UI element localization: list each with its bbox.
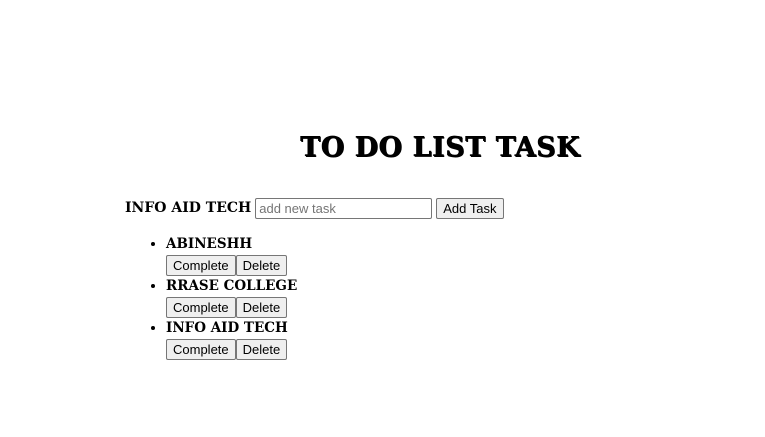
task-list: ABINESHH Complete Delete RRASE COLLEGE C… (125, 234, 297, 360)
list-item: RRASE COLLEGE Complete Delete (166, 276, 297, 318)
complete-button[interactable]: Complete (166, 255, 236, 276)
task-actions: Complete Delete (166, 255, 297, 276)
delete-button[interactable]: Delete (235, 339, 288, 360)
list-item: ABINESHH Complete Delete (166, 234, 297, 276)
add-task-form: INFO AID TECH Add Task (125, 196, 504, 220)
new-task-input[interactable] (255, 197, 433, 219)
task-actions: Complete Delete (166, 297, 297, 318)
list-item: INFO AID TECH Complete Delete (166, 318, 297, 360)
delete-button[interactable]: Delete (235, 255, 288, 276)
task-actions: Complete Delete (166, 339, 297, 360)
add-task-button[interactable]: Add Task (436, 197, 504, 219)
form-label: INFO AID TECH (125, 200, 252, 216)
complete-button[interactable]: Complete (166, 297, 236, 318)
task-name: INFO AID TECH (166, 320, 288, 336)
task-name: ABINESHH (166, 236, 253, 252)
page-title: TO DO LIST TASK (300, 132, 580, 163)
complete-button[interactable]: Complete (166, 339, 236, 360)
task-name: RRASE COLLEGE (166, 278, 298, 294)
delete-button[interactable]: Delete (235, 297, 288, 318)
